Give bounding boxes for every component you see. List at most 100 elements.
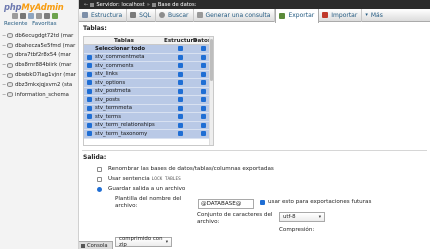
database-icon	[151, 2, 156, 7]
tables-heading: Tablas:	[83, 25, 107, 32]
table-row[interactable]: stv_links	[84, 70, 213, 79]
tables-selector: Tablas Estructura Datos Seleccionar todo…	[83, 36, 214, 146]
compression-select[interactable]: comprimido con zip ▾	[115, 236, 172, 248]
tab-export[interactable]: Exportar	[275, 8, 320, 23]
table-row[interactable]: stv_postmeta	[84, 87, 213, 96]
settings-icon[interactable]	[44, 13, 50, 19]
search-icon	[159, 12, 166, 18]
structure-icon	[82, 12, 88, 18]
table-checkbox[interactable]	[87, 105, 92, 111]
home-icon[interactable]	[12, 13, 18, 19]
data-checkbox[interactable]	[200, 80, 206, 86]
table-row[interactable]: stv_termmeta	[84, 104, 213, 113]
rename-option[interactable]: Renombrar las bases de datos/tablas/colu…	[97, 166, 274, 172]
tab-query[interactable]: Generar una consulta	[194, 8, 276, 22]
database-item[interactable]: − dbs8rnr884biirk (mar	[2, 60, 79, 70]
chevron-down-icon: ▾	[365, 12, 368, 18]
table-row[interactable]: stv_terms	[84, 113, 213, 122]
data-checkbox[interactable]	[200, 71, 206, 77]
tab-sql[interactable]: SQL	[127, 8, 157, 22]
table-row[interactable]: stv_options	[84, 79, 213, 88]
data-checkbox[interactable]	[200, 122, 206, 128]
console-toggle[interactable]: Consola	[79, 241, 113, 249]
logo-text-php: php	[4, 2, 22, 12]
table-checkbox[interactable]	[87, 97, 92, 103]
rename-checkbox[interactable]	[97, 166, 102, 172]
database-icon	[7, 62, 13, 68]
tab-import[interactable]: Importar	[319, 8, 363, 22]
breadcrumb-server[interactable]: Servidor: localhost	[96, 2, 144, 8]
database-item[interactable]: − information_schema	[2, 90, 79, 100]
table-row[interactable]: stv_comments	[84, 62, 213, 71]
table-checkbox[interactable]	[87, 80, 92, 86]
export-icon	[279, 12, 286, 19]
structure-checkbox[interactable]	[177, 122, 183, 128]
select-all-structure-checkbox[interactable]	[177, 46, 183, 52]
database-item[interactable]: − dbahecza5e5fmd (mar	[2, 41, 79, 51]
data-checkbox[interactable]	[200, 114, 206, 120]
select-all-row[interactable]: Seleccionar todo	[84, 45, 213, 54]
table-row[interactable]: stv_term_relationships	[84, 121, 213, 130]
navigation-panel: phpMyAdmin Reciente Favoritas − db6ecugdg…	[0, 0, 79, 249]
data-checkbox[interactable]	[200, 88, 206, 94]
table-checkbox[interactable]	[87, 71, 92, 77]
select-all-data-checkbox[interactable]	[200, 46, 206, 52]
tables-scrollbar[interactable]	[209, 37, 213, 145]
data-checkbox[interactable]	[200, 63, 206, 69]
future-exports-label: usar esto para exportaciones futuras	[268, 199, 372, 205]
data-checkbox[interactable]	[200, 131, 206, 137]
database-item[interactable]: − dbz3mkxjqjxvm2 (sta	[2, 80, 79, 90]
database-item[interactable]: − dbwbkO7lag1vjnr (mar	[2, 70, 79, 80]
structure-checkbox[interactable]	[177, 71, 183, 77]
data-checkbox[interactable]	[200, 105, 206, 111]
table-row[interactable]: stv_posts	[84, 96, 213, 105]
scrollbar-thumb[interactable]	[210, 39, 213, 81]
table-row[interactable]: stv_commentmeta	[84, 53, 213, 62]
chevron-down-icon: ▾	[318, 215, 321, 220]
structure-checkbox[interactable]	[177, 88, 183, 94]
col-tables: Tablas	[114, 37, 134, 44]
table-checkbox[interactable]	[87, 122, 92, 128]
save-to-file-radio[interactable]	[97, 186, 102, 192]
logout-icon[interactable]	[20, 13, 26, 19]
data-checkbox[interactable]	[200, 97, 206, 103]
section-divider	[82, 150, 427, 151]
filename-template-input[interactable]: @DATABASE@	[198, 199, 254, 209]
structure-checkbox[interactable]	[177, 105, 183, 111]
structure-checkbox[interactable]	[177, 54, 183, 60]
tab-recent[interactable]: Reciente	[4, 21, 27, 27]
charset-select[interactable]: utf-8 ▾	[279, 212, 325, 222]
table-checkbox[interactable]	[87, 63, 92, 69]
use-statement-checkbox[interactable]	[97, 176, 102, 182]
docs-icon[interactable]	[36, 13, 42, 19]
tab-structure[interactable]: Estructura	[79, 8, 128, 22]
data-checkbox[interactable]	[200, 54, 206, 60]
table-checkbox[interactable]	[87, 114, 92, 120]
table-checkbox[interactable]	[87, 54, 92, 60]
phpmyadmin-logo[interactable]: phpMyAdmin	[4, 2, 76, 12]
tab-favorites[interactable]: Favoritas	[32, 21, 56, 27]
table-row[interactable]: stv_term_taxonomy	[84, 130, 213, 139]
table-checkbox[interactable]	[87, 131, 92, 137]
tab-more[interactable]: ▾ Más	[362, 9, 387, 22]
use-statement-option[interactable]: Usar sentencia LOCK TABLES	[97, 176, 181, 182]
database-item[interactable]: − db6ecugdgt72td (mar	[2, 31, 79, 41]
structure-checkbox[interactable]	[177, 80, 183, 86]
top-menu: Estructura SQL Buscar Generar una consul…	[79, 8, 430, 23]
help-icon[interactable]	[28, 13, 34, 19]
structure-checkbox[interactable]	[177, 114, 183, 120]
database-icon	[7, 92, 13, 98]
structure-checkbox[interactable]	[177, 131, 183, 137]
database-item[interactable]: − dbra7tbf2r8x54 (mar	[2, 51, 79, 61]
reload-icon[interactable]	[52, 13, 58, 19]
breadcrumb-database[interactable]: Base de datos:	[158, 2, 197, 8]
tab-search[interactable]: Buscar	[156, 8, 194, 22]
database-tree: − db6ecugdgt72td (mar − dbahecza5e5fmd (ma…	[2, 31, 79, 100]
future-exports-checkbox[interactable]	[260, 200, 265, 205]
database-icon	[7, 82, 13, 88]
server-icon	[90, 2, 95, 7]
table-checkbox[interactable]	[87, 88, 92, 94]
save-to-file-option[interactable]: Guardar salida a un archivo	[97, 186, 185, 192]
structure-checkbox[interactable]	[177, 97, 183, 103]
structure-checkbox[interactable]	[177, 63, 183, 69]
